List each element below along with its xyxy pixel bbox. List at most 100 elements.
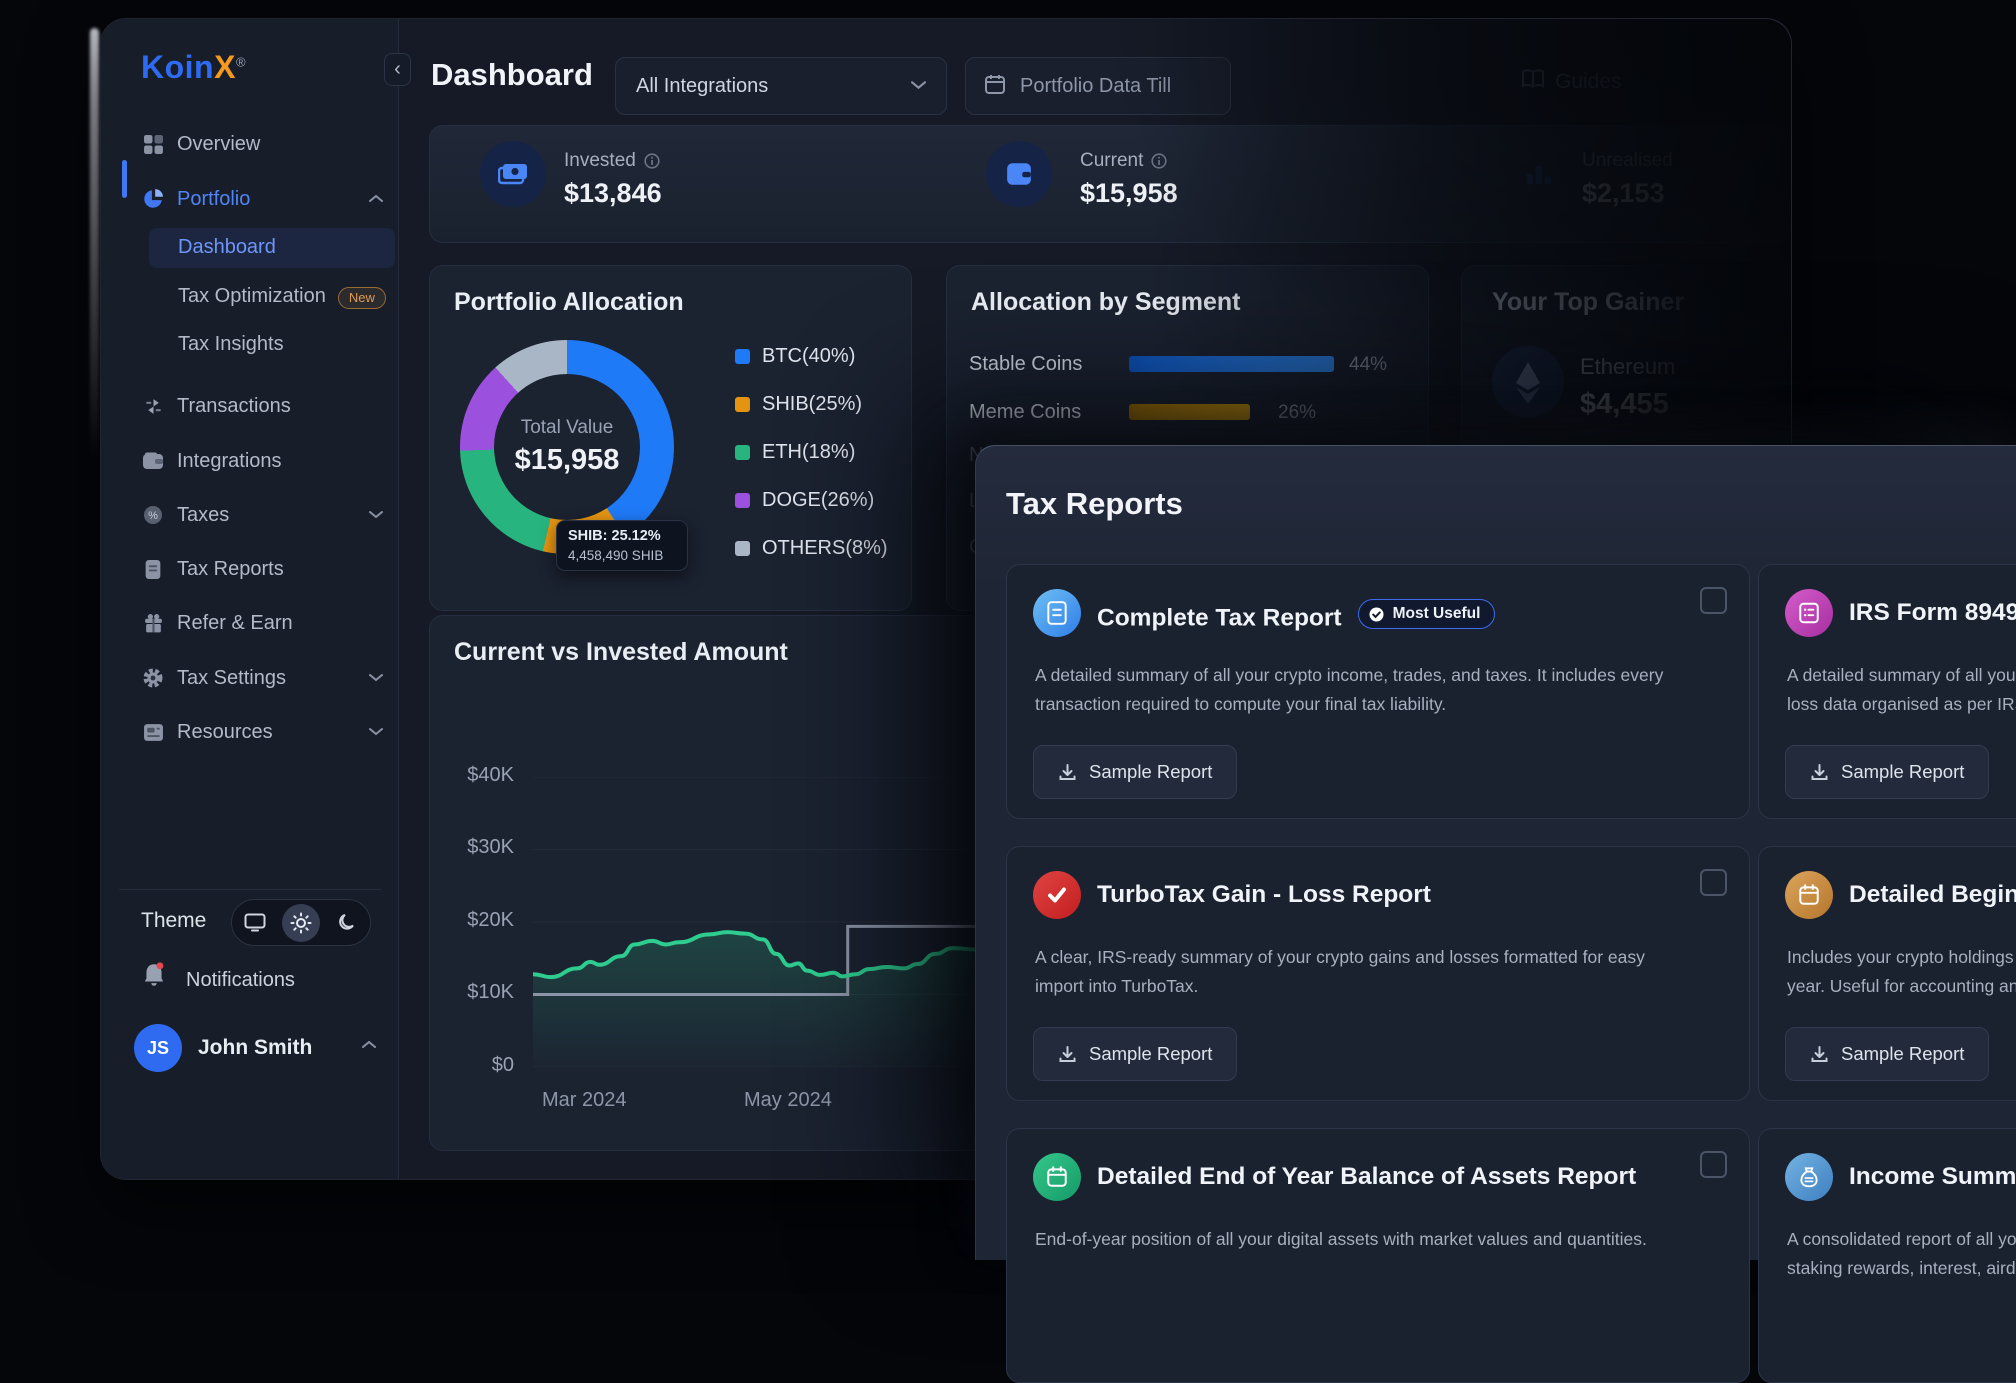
chevron-down-icon [369,669,383,687]
guides-button[interactable]: Guides [1521,69,1622,95]
report-title: TurboTax Gain - Loss Report [1097,881,1431,909]
current-icon [986,141,1052,207]
report-card-beginning-balance: Detailed Beginning of Year Balance of As… [1758,846,2016,1101]
sidebar-item-tax-reports[interactable]: Tax Reports [101,549,399,589]
legend-item-doge[interactable]: DOGE(26%) [735,488,874,512]
portfolio-date-value: Portfolio Data Till [1020,75,1171,98]
notifications-item[interactable]: Notifications [141,961,381,1001]
download-icon [1058,1045,1077,1064]
user-name: John Smith [198,1036,312,1060]
most-useful-badge: Most Useful [1358,599,1496,629]
invested-label: Invested [564,150,660,172]
report-title: Income Summary Report [1849,1163,2016,1191]
news-icon [141,720,165,744]
report-description: End-of-year position of all your digital… [1035,1225,1647,1254]
portfolio-date-picker[interactable]: Portfolio Data Till [965,57,1231,115]
sidebar-subitem-tax-optimization[interactable]: Tax OptimizationNew [178,285,386,309]
page-title: Dashboard [431,57,593,93]
chevron-up-icon [369,190,383,208]
y-tick: $20K [444,909,514,932]
invested-icon [480,141,546,207]
integrations-filter-value: All Integrations [636,75,768,98]
sidebar-item-resources[interactable]: Resources [101,712,399,752]
sidebar-item-label: Tax Reports [177,558,284,581]
sidebar: KoinX® ‹ Overview Portfolio Dashboard Ta… [101,19,399,1179]
sidebar-item-tax-settings[interactable]: Tax Settings [101,658,399,698]
sidebar-item-label: Tax Settings [177,667,286,690]
sidebar-item-taxes[interactable]: % Taxes [101,495,399,535]
theme-toggle [231,899,371,946]
sidebar-subitem-dashboard[interactable]: Dashboard [149,228,395,268]
light-theme-button[interactable] [282,904,320,942]
report-description: A consolidated report of all your income… [1787,1225,2016,1283]
legend-swatch [735,349,750,364]
legend-item-btc[interactable]: BTC(40%) [735,344,855,368]
donut-center: Total Value $15,958 [494,374,640,520]
svg-text:%: % [148,510,158,522]
report-checkbox[interactable] [1700,587,1727,614]
sidebar-item-label: Taxes [177,504,229,527]
sample-report-button[interactable]: Sample Report [1033,745,1237,799]
chevron-up-icon [362,1036,376,1054]
sidebar-item-transactions[interactable]: Transactions [101,386,399,426]
card-title: Portfolio Allocation [454,288,684,317]
gain-value: $4,455 [1580,388,1669,421]
koinx-logo: KoinX® [141,49,246,86]
grid-icon [141,132,165,156]
sidebar-item-label: Portfolio [177,188,250,211]
y-tick: $10K [444,981,514,1004]
unrealised-value: $2,153 [1582,178,1665,209]
document-icon [141,557,165,581]
sidebar-item-integrations[interactable]: Integrations [101,441,399,481]
sample-report-button[interactable]: Sample Report [1033,1027,1237,1081]
calendar-icon [1033,1153,1081,1201]
report-title: IRS Form 8949 [1849,599,2016,627]
coin-name: Ethereum [1580,354,1675,380]
report-card-irs-8949: IRS Form 8949 A detailed summary of all … [1758,564,2016,819]
money-bag-icon [1785,1153,1833,1201]
portfolio-allocation-card: Portfolio Allocation Total Value $15,958… [429,265,912,611]
system-theme-button[interactable] [236,904,274,942]
segment-pct: 44% [1349,354,1387,376]
sidebar-collapse-button[interactable]: ‹ [384,53,411,86]
x-tick: Mar 2024 [542,1089,627,1112]
window-edge-highlight [90,28,99,458]
report-description: A clear, IRS-ready summary of your crypt… [1035,943,1685,1001]
report-checkbox[interactable] [1700,1151,1727,1178]
legend-item-shib[interactable]: SHIB(25%) [735,392,862,416]
card-title: Allocation by Segment [971,288,1240,317]
report-description: A detailed summary of all your capital g… [1787,661,2016,719]
report-checkbox[interactable] [1700,869,1727,896]
sidebar-item-refer-earn[interactable]: Refer & Earn [101,603,399,643]
dark-theme-button[interactable] [328,904,366,942]
line-chart[interactable] [533,777,975,1067]
legend-item-others[interactable]: OTHERS(8%) [735,536,888,560]
current-label: Current [1080,150,1167,172]
wallet-icon [141,449,165,473]
sidebar-subitem-label: Dashboard [178,236,276,259]
tax-reports-title: Tax Reports [1006,486,1183,522]
y-tick: $0 [444,1054,514,1077]
integrations-filter-select[interactable]: All Integrations [615,57,947,115]
ethereum-icon [1492,346,1564,418]
download-icon [1058,763,1077,782]
calendar-icon [984,73,1006,100]
sample-report-button[interactable]: Sample Report [1785,745,1989,799]
sidebar-subitem-tax-insights[interactable]: Tax Insights [178,333,284,356]
download-icon [1810,763,1829,782]
chart-tooltip: SHIB: 25.12% 4,458,490 SHIB [556,520,688,571]
download-icon [1810,1045,1829,1064]
sidebar-item-portfolio[interactable]: Portfolio [101,179,399,219]
total-value-label: Total Value [521,417,614,439]
y-tick: $40K [444,764,514,787]
user-menu[interactable]: JS John Smith [134,1024,384,1072]
report-card-complete-tax: Complete Tax ReportMost Useful A detaile… [1006,564,1750,819]
chevron-down-icon [369,506,383,524]
report-card-turbotax: TurboTax Gain - Loss Report A clear, IRS… [1006,846,1750,1101]
sidebar-item-overview[interactable]: Overview [101,124,399,164]
sample-report-button[interactable]: Sample Report [1785,1027,1989,1081]
tax-reports-window: Tax Reports Complete Tax ReportMost Usef… [975,445,2016,1260]
legend-item-eth[interactable]: ETH(18%) [735,440,855,464]
report-title: Detailed End of Year Balance of Assets R… [1097,1163,1636,1191]
guides-label: Guides [1555,70,1622,94]
